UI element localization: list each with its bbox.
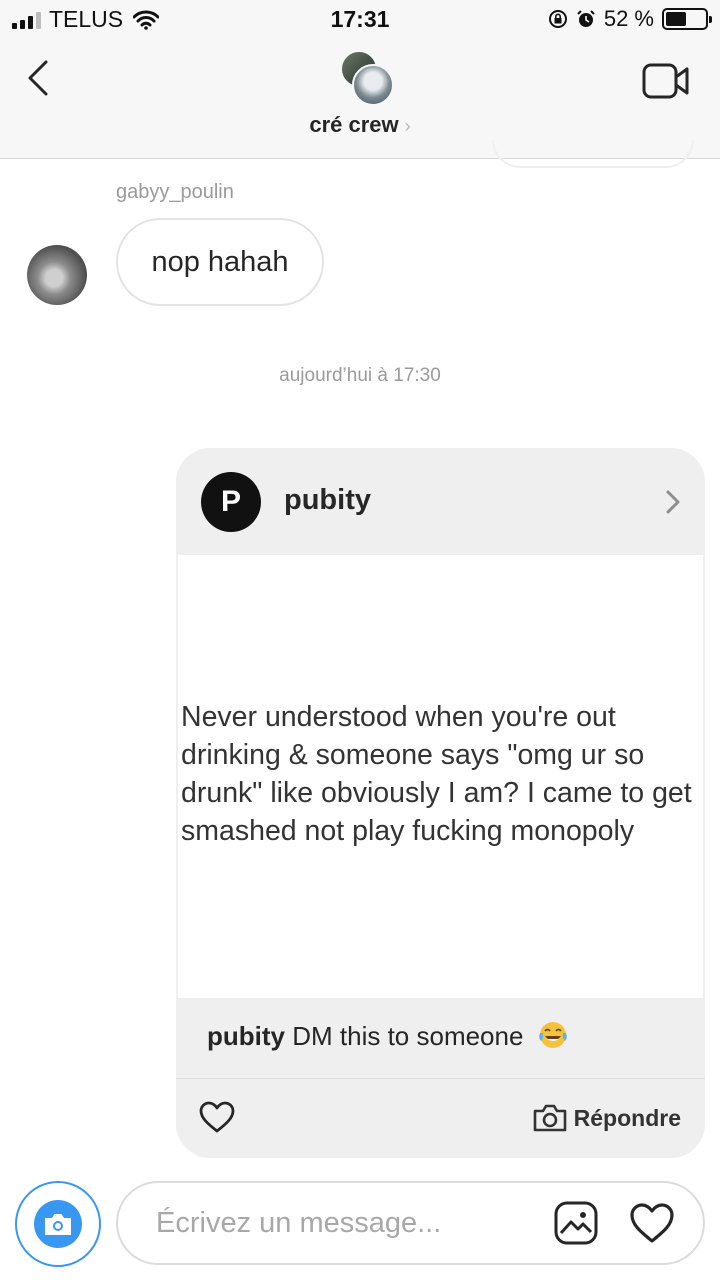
message-composer[interactable] <box>116 1181 705 1265</box>
camera-icon <box>45 1214 71 1235</box>
sender-name: gabyy_poulin <box>116 181 234 203</box>
rotation-lock-icon <box>548 10 567 28</box>
title-chevron-icon: › <box>404 116 411 136</box>
camera-button[interactable] <box>15 1181 101 1267</box>
heart-icon[interactable] <box>628 1201 676 1245</box>
post-image[interactable]: Never understood when you're out drinkin… <box>178 555 703 998</box>
caption-username: pubity <box>207 1021 285 1051</box>
post-caption: pubity DM this to someone <box>207 1019 569 1052</box>
back-chevron-icon[interactable] <box>22 58 58 98</box>
group-title[interactable]: cré crew › <box>0 112 720 138</box>
pubity-logo: P <box>201 472 261 532</box>
gallery-icon[interactable] <box>552 1199 600 1247</box>
battery-icon <box>662 8 712 30</box>
status-right: 52 % <box>548 6 712 32</box>
caption-text: DM this to someone <box>292 1021 524 1051</box>
video-call-icon[interactable] <box>641 62 691 100</box>
tears-of-joy-emoji <box>538 1022 567 1048</box>
post-divider <box>176 1078 705 1079</box>
status-bar: TELUS 17:31 52 % <box>0 0 720 40</box>
camera-icon <box>533 1104 566 1132</box>
post-header[interactable]: P pubity <box>176 448 705 555</box>
chevron-right-icon <box>666 490 680 514</box>
sender-avatar[interactable] <box>27 245 87 305</box>
reply-button[interactable]: Répondre <box>532 1102 681 1134</box>
alarm-icon <box>577 10 595 27</box>
message-timestamp: aujourd’hui à 17:30 <box>279 365 441 386</box>
heart-icon[interactable] <box>198 1100 236 1134</box>
shared-post-card[interactable]: P pubity Never understood when you're ou… <box>176 448 705 1158</box>
message-bubble[interactable]: nop hahah <box>116 218 324 306</box>
group-avatar[interactable] <box>340 50 396 106</box>
battery-percent: 52 % <box>603 6 654 31</box>
member-avatar <box>352 64 394 106</box>
post-account-name: pubity <box>284 484 371 516</box>
message-input[interactable] <box>156 1201 536 1245</box>
previous-message-bubble <box>492 140 694 168</box>
post-quote-text: Never understood when you're out drinkin… <box>181 701 692 847</box>
group-name: cré crew <box>309 112 399 137</box>
reply-label: Répondre <box>573 1104 681 1131</box>
message-text: nop hahah <box>151 245 289 278</box>
